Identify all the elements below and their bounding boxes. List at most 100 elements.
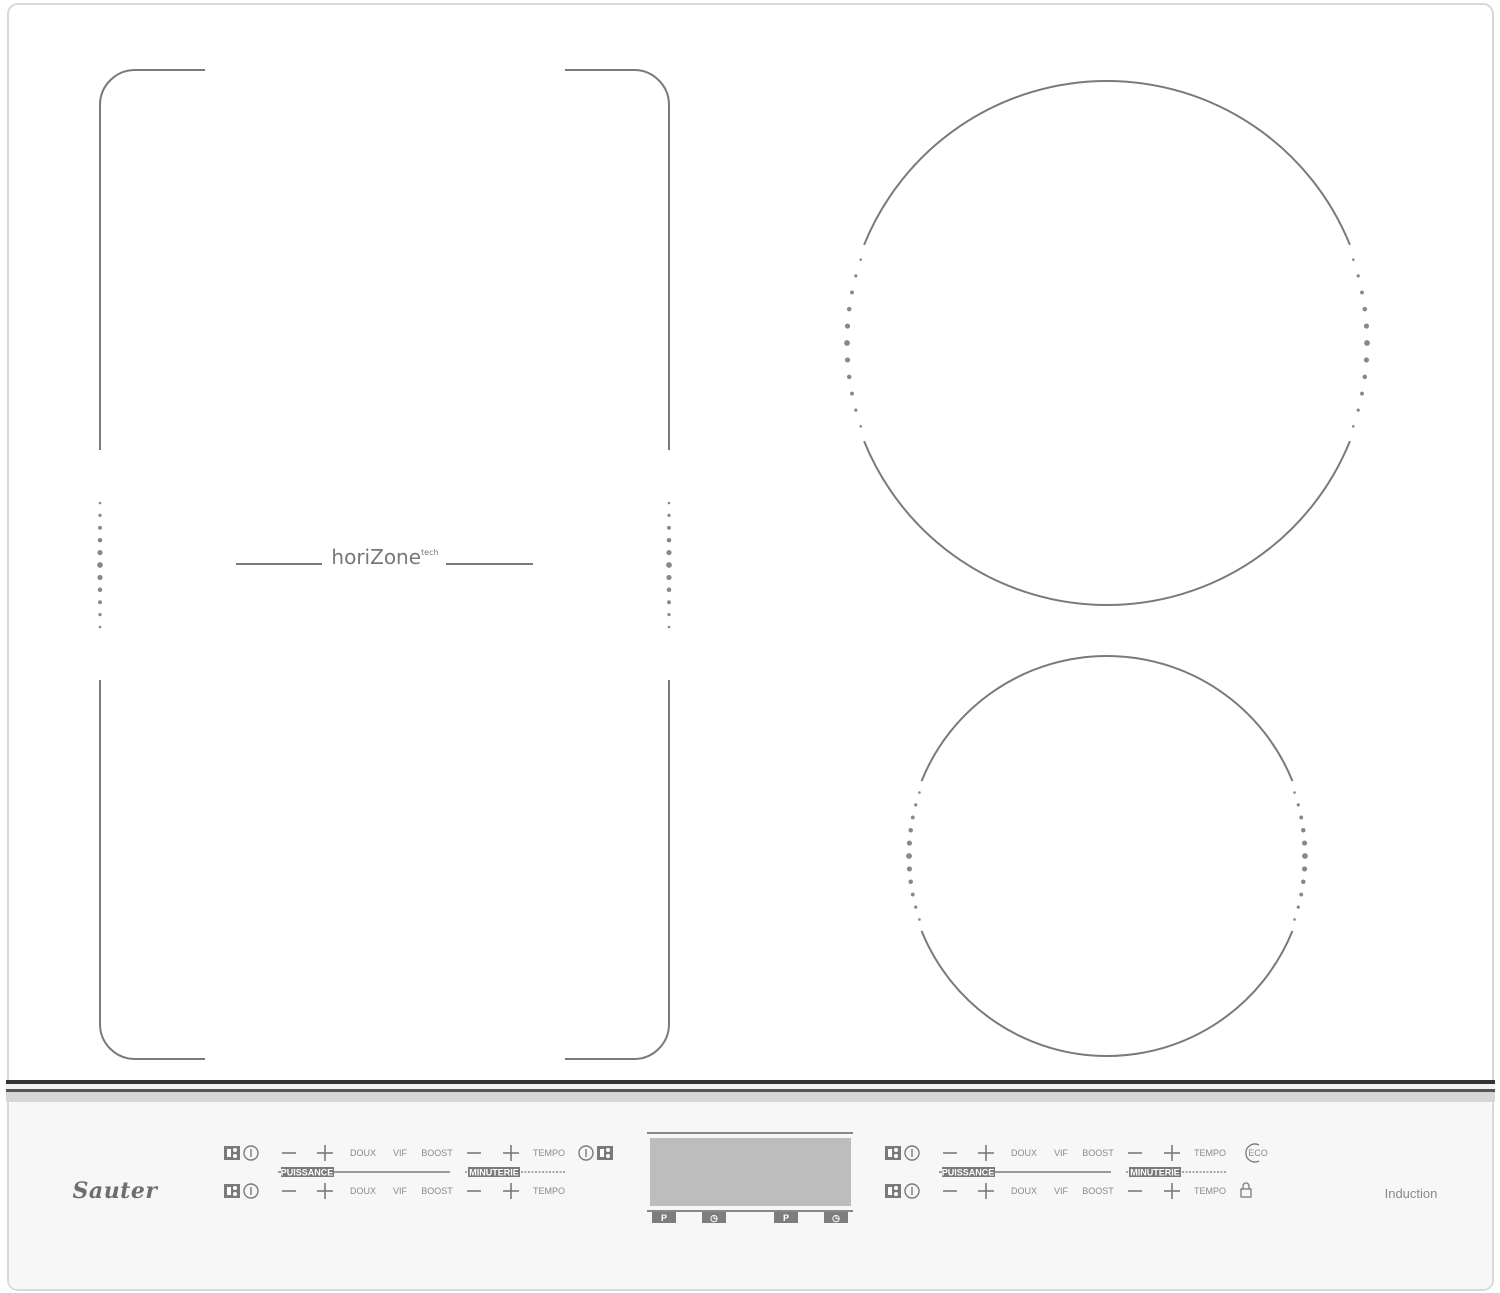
- zone-dot: [97, 537, 103, 543]
- display-button-label: ◷: [710, 1213, 718, 1223]
- tempo-button[interactable]: TEMPO: [1194, 1186, 1226, 1196]
- zone-dot: [1301, 840, 1308, 846]
- pause-button[interactable]: P: [652, 1212, 676, 1223]
- zone-dot: [98, 525, 102, 530]
- zone-dot: [859, 258, 863, 261]
- zone-dot: [1362, 306, 1368, 312]
- zone-dot: [1299, 892, 1304, 897]
- zone-dot: [1360, 391, 1364, 396]
- zone-select-icon[interactable]: [885, 1184, 901, 1198]
- zone-dot: [97, 562, 103, 568]
- zone-dot: [906, 840, 913, 846]
- display-button-label: P: [783, 1213, 789, 1223]
- minuterie-label: MINUTERIE: [1130, 1168, 1180, 1178]
- induction-label: Induction: [1385, 1186, 1438, 1201]
- puissance-label: PUISSANCE: [942, 1168, 995, 1178]
- zone-dot: [1301, 827, 1306, 833]
- zone-dot: [1360, 290, 1364, 295]
- zone-dot: [1362, 374, 1368, 380]
- clock-icon[interactable]: ◷: [702, 1212, 726, 1223]
- zone-dot: [666, 562, 672, 568]
- zone-dot: [1301, 879, 1306, 885]
- zone-dot: [910, 815, 915, 820]
- zone-dot: [844, 357, 851, 363]
- zone-select-icon[interactable]: [224, 1146, 240, 1160]
- doux-button[interactable]: DOUX: [1011, 1186, 1037, 1196]
- vif-button[interactable]: VIF: [393, 1186, 408, 1196]
- zone-dot: [98, 612, 102, 617]
- zone-dot: [1363, 323, 1370, 329]
- zone-dot: [1351, 425, 1355, 428]
- zone-dot: [1296, 905, 1300, 909]
- zone-dot: [908, 879, 913, 885]
- pause-button[interactable]: P: [774, 1212, 798, 1223]
- zone-dot: [667, 525, 671, 530]
- doux-button[interactable]: DOUX: [350, 1186, 376, 1196]
- zone-dot: [854, 274, 858, 278]
- zone-dot: [914, 803, 918, 807]
- zone-dot: [1363, 357, 1370, 363]
- tempo-button[interactable]: TEMPO: [1194, 1148, 1226, 1158]
- zone-dot: [906, 866, 913, 872]
- zone-dot: [1293, 918, 1296, 921]
- zone-dot: [850, 290, 854, 295]
- induction-hob: horiZonetech P ◷ P ◷ DOUX VIF BOOST TEMPODOUX V…: [6, 3, 1495, 1291]
- zone-dot: [850, 391, 854, 396]
- doux-button[interactable]: DOUX: [350, 1148, 376, 1158]
- zone-dot: [667, 501, 671, 505]
- zone-dot: [1302, 853, 1308, 859]
- zone-dot: [98, 501, 102, 505]
- zone-dot: [1296, 803, 1300, 807]
- zone-select-icon[interactable]: [597, 1146, 613, 1160]
- zone-dot: [97, 550, 103, 556]
- zone-dot: [910, 892, 915, 897]
- zone-dot: [666, 550, 672, 556]
- minuterie-label: MINUTERIE: [469, 1168, 519, 1178]
- zone-dot: [667, 612, 671, 617]
- zone-dot: [844, 323, 851, 329]
- zone-dot: [914, 905, 918, 909]
- eco-label: ECO: [1248, 1148, 1268, 1158]
- zone-select-icon[interactable]: [224, 1184, 240, 1198]
- zone-dot: [666, 537, 672, 543]
- zone-dot: [666, 587, 672, 593]
- zone-dot: [854, 408, 858, 412]
- zone-dot: [1293, 791, 1296, 794]
- zone-dot: [906, 853, 912, 859]
- central-display: [647, 1132, 853, 1212]
- zone-select-icon[interactable]: [885, 1146, 901, 1160]
- boost-button[interactable]: BOOST: [421, 1186, 453, 1196]
- tempo-button[interactable]: TEMPO: [533, 1186, 565, 1196]
- zone-dot: [908, 827, 913, 833]
- tempo-button[interactable]: TEMPO: [533, 1148, 565, 1158]
- boost-button[interactable]: BOOST: [1082, 1186, 1114, 1196]
- zone-dot: [1351, 258, 1355, 261]
- boost-button[interactable]: BOOST: [421, 1148, 453, 1158]
- doux-button[interactable]: DOUX: [1011, 1148, 1037, 1158]
- vif-button[interactable]: VIF: [393, 1148, 408, 1158]
- puissance-label: PUISSANCE: [281, 1168, 334, 1178]
- zone-dot: [98, 600, 102, 605]
- zone-dot: [1364, 340, 1370, 346]
- zone-dot: [846, 374, 852, 380]
- zone-dot: [667, 625, 671, 629]
- zone-dot: [97, 574, 103, 580]
- zone-dot: [859, 425, 863, 428]
- zone-dot: [1301, 866, 1308, 872]
- boost-button[interactable]: BOOST: [1082, 1148, 1114, 1158]
- zone-dot: [1356, 408, 1360, 412]
- vif-button[interactable]: VIF: [1054, 1148, 1069, 1158]
- zone-dot: [844, 340, 850, 346]
- zone-dot: [98, 513, 102, 518]
- zone-dot: [667, 600, 671, 605]
- display-button-label: P: [661, 1213, 667, 1223]
- zone-dot: [846, 306, 852, 312]
- sauter-logo: Sauter: [73, 1178, 159, 1204]
- vif-button[interactable]: VIF: [1054, 1186, 1069, 1196]
- clock-icon[interactable]: ◷: [824, 1212, 848, 1223]
- display-button-label: ◷: [832, 1213, 840, 1223]
- chrome-strip: [6, 1080, 1495, 1102]
- zone-dot: [666, 574, 672, 580]
- zone-dot: [97, 587, 103, 593]
- zone-dot: [1299, 815, 1304, 820]
